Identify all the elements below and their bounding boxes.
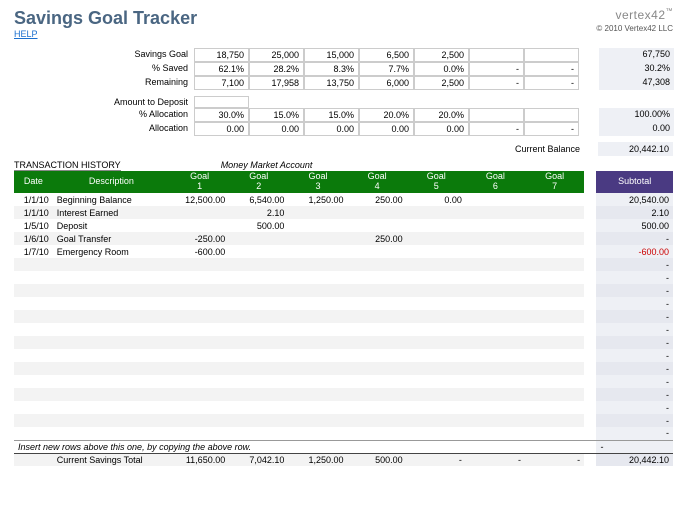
remaining-7: -: [524, 76, 579, 90]
col-goal-7: Goal7: [525, 171, 584, 193]
savings-goal-2[interactable]: 25,000: [249, 48, 304, 62]
pct-alloc-4[interactable]: 20.0%: [359, 108, 414, 122]
pct-saved-5: 0.0%: [414, 62, 469, 76]
table-row[interactable]: -: [14, 271, 673, 284]
alloc-6: -: [469, 122, 524, 136]
alloc-label: Allocation: [14, 122, 194, 136]
savings-goal-3[interactable]: 15,000: [304, 48, 359, 62]
amount-to-deposit-label: Amount to Deposit: [14, 96, 194, 108]
totals-g6: -: [466, 453, 525, 466]
table-row[interactable]: -: [14, 284, 673, 297]
savings-goal-1[interactable]: 18,750: [194, 48, 249, 62]
alloc-4: 0.00: [359, 122, 414, 136]
alloc-1: 0.00: [194, 122, 249, 136]
table-row[interactable]: -: [14, 388, 673, 401]
col-goal-2: Goal2: [229, 171, 288, 193]
col-goal-3: Goal3: [288, 171, 347, 193]
pct-alloc-label: % Allocation: [14, 108, 194, 122]
savings-goal-total: 67,750: [599, 48, 674, 62]
col-goal-4: Goal4: [348, 171, 407, 193]
col-goal-1: Goal1: [170, 171, 229, 193]
pct-saved-total: 30.2%: [599, 62, 674, 76]
amount-to-deposit[interactable]: [194, 96, 249, 108]
col-desc: Description: [53, 171, 170, 193]
pct-saved-label: % Saved: [14, 62, 194, 76]
transaction-history-title: TRANSACTION HISTORY: [14, 160, 121, 171]
remaining-2: 17,958: [249, 76, 304, 90]
totals-g3: 1,250.00: [288, 453, 347, 466]
pct-saved-1: 62.1%: [194, 62, 249, 76]
current-balance: 20,442.10: [598, 142, 673, 156]
totals-g7: -: [525, 453, 584, 466]
col-goal-6: Goal6: [466, 171, 525, 193]
summary-grid: Savings Goal 18,750 25,000 15,000 6,500 …: [14, 48, 673, 136]
page-title: Savings Goal Tracker: [14, 8, 197, 29]
remaining-1: 7,100: [194, 76, 249, 90]
table-row[interactable]: -: [14, 310, 673, 323]
totals-sub: 20,442.10: [596, 453, 673, 466]
pct-saved-6: -: [469, 62, 524, 76]
table-row[interactable]: -: [14, 336, 673, 349]
totals-g5: -: [407, 453, 466, 466]
savings-goal-6[interactable]: [469, 48, 524, 62]
col-goal-5: Goal5: [407, 171, 466, 193]
remaining-3: 13,750: [304, 76, 359, 90]
remaining-total: 47,308: [599, 76, 674, 90]
table-row[interactable]: -: [14, 362, 673, 375]
table-row[interactable]: -: [14, 427, 673, 440]
table-row[interactable]: -: [14, 375, 673, 388]
remaining-label: Remaining: [14, 76, 194, 90]
insert-note: Insert new rows above this one, by copyi…: [14, 440, 584, 453]
table-row[interactable]: -: [14, 323, 673, 336]
pct-alloc-2[interactable]: 15.0%: [249, 108, 304, 122]
account-name: Money Market Account: [221, 160, 313, 171]
pct-alloc-5[interactable]: 20.0%: [414, 108, 469, 122]
remaining-5: 2,500: [414, 76, 469, 90]
table-row[interactable]: -: [14, 414, 673, 427]
pct-alloc-3[interactable]: 15.0%: [304, 108, 359, 122]
totals-g4: 500.00: [348, 453, 407, 466]
table-row[interactable]: 1/1/10Interest Earned2.102.10: [14, 206, 673, 219]
col-subtotal: Subtotal: [596, 171, 673, 193]
pct-saved-7: -: [524, 62, 579, 76]
table-row[interactable]: 1/6/10Goal Transfer-250.00250.00-: [14, 232, 673, 245]
table-row[interactable]: 1/5/10Deposit500.00500.00: [14, 219, 673, 232]
alloc-2: 0.00: [249, 122, 304, 136]
pct-saved-4: 7.7%: [359, 62, 414, 76]
alloc-5: 0.00: [414, 122, 469, 136]
totals-g2: 7,042.10: [229, 453, 288, 466]
brand-block: vertex42™ © 2010 Vertex42 LLC: [596, 8, 673, 33]
pct-saved-2: 28.2%: [249, 62, 304, 76]
alloc-3: 0.00: [304, 122, 359, 136]
pct-alloc-total: 100.00%: [599, 108, 674, 122]
table-row[interactable]: -: [14, 297, 673, 310]
table-row[interactable]: 1/7/10Emergency Room-600.00-600.00: [14, 245, 673, 258]
current-balance-label: Current Balance: [515, 142, 580, 156]
savings-goal-label: Savings Goal: [14, 48, 194, 62]
pct-alloc-7[interactable]: [524, 108, 579, 122]
pct-alloc-1[interactable]: 30.0%: [194, 108, 249, 122]
savings-goal-5[interactable]: 2,500: [414, 48, 469, 62]
alloc-total: 0.00: [599, 122, 674, 136]
savings-goal-7[interactable]: [524, 48, 579, 62]
alloc-7: -: [524, 122, 579, 136]
savings-goal-4[interactable]: 6,500: [359, 48, 414, 62]
remaining-4: 6,000: [359, 76, 414, 90]
help-link[interactable]: HELP: [14, 29, 38, 39]
remaining-6: -: [469, 76, 524, 90]
pct-alloc-6[interactable]: [469, 108, 524, 122]
table-row[interactable]: -: [14, 401, 673, 414]
table-row[interactable]: -: [14, 349, 673, 362]
table-row[interactable]: -: [14, 258, 673, 271]
totals-g1: 11,650.00: [170, 453, 229, 466]
transaction-table: Date Description Goal1 Goal2 Goal3 Goal4…: [14, 171, 673, 466]
col-date: Date: [14, 171, 53, 193]
totals-label: Current Savings Total: [53, 453, 170, 466]
table-row[interactable]: 1/1/10Beginning Balance12,500.006,540.00…: [14, 193, 673, 206]
pct-saved-3: 8.3%: [304, 62, 359, 76]
